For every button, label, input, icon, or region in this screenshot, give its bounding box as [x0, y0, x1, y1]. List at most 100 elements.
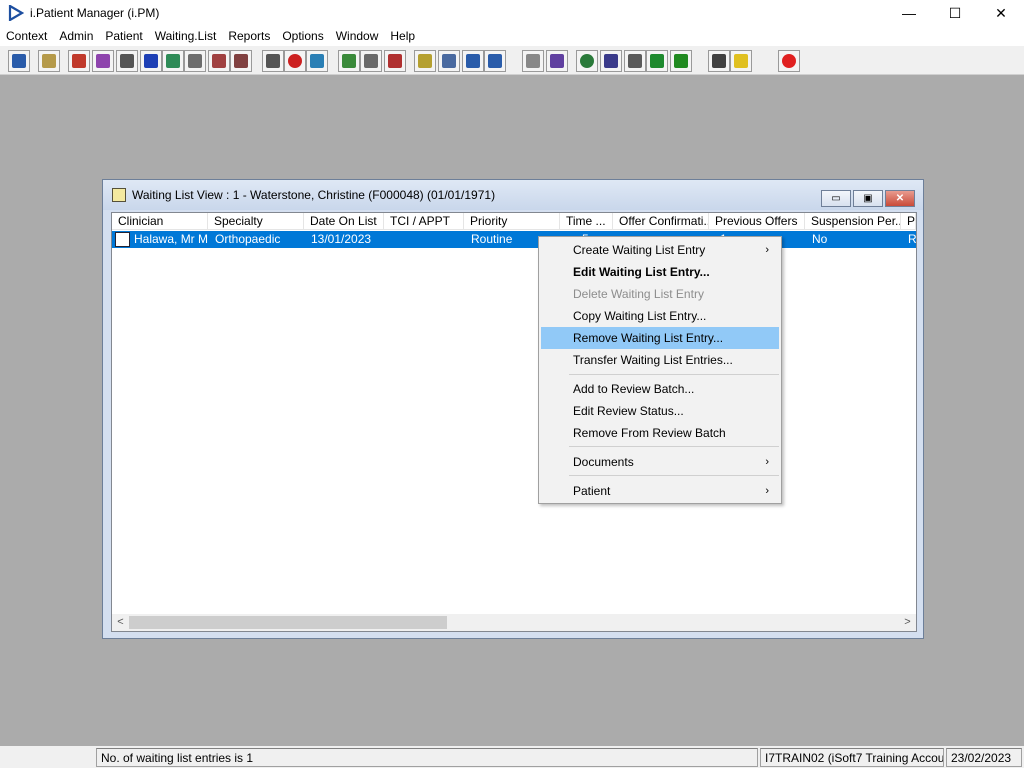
- window-minimize-button[interactable]: ▭: [821, 190, 851, 207]
- status-message: No. of waiting list entries is 1: [96, 748, 758, 767]
- close-button[interactable]: ✕: [978, 0, 1024, 26]
- menu-item-transfer-waiting-list-entries[interactable]: Transfer Waiting List Entries...: [541, 349, 779, 371]
- user-search-button[interactable]: [8, 50, 30, 72]
- menubar: Context Admin Patient Waiting.List Repor…: [0, 26, 1024, 46]
- status-bar: No. of waiting list entries is 1 I7TRAIN…: [0, 746, 1024, 768]
- flag-button[interactable]: [208, 50, 230, 72]
- app-titlebar: i.Patient Manager (i.PM) — ☐ ✕: [0, 0, 1024, 26]
- cell-tci-appt: [387, 231, 464, 248]
- menu-item-patient[interactable]: Patient ›: [541, 480, 779, 502]
- globe-icon: [580, 54, 594, 68]
- clipboard-check-button[interactable]: [624, 50, 646, 72]
- warning-button[interactable]: [730, 50, 752, 72]
- document-button[interactable]: [360, 50, 382, 72]
- user-search-icon: [12, 54, 26, 68]
- folder-edit-button[interactable]: [92, 50, 114, 72]
- cell-specialty: Orthopaedic: [215, 232, 281, 246]
- col-tci-appt[interactable]: TCI / APPT: [384, 213, 464, 230]
- menu-item-edit-review-status[interactable]: Edit Review Status...: [541, 400, 779, 422]
- bed-button[interactable]: [462, 50, 484, 72]
- transfer-button[interactable]: [708, 50, 730, 72]
- notepad-button[interactable]: [414, 50, 436, 72]
- menu-admin[interactable]: Admin: [53, 26, 99, 46]
- col-p[interactable]: P: [901, 213, 916, 230]
- bar-chart-icon: [550, 54, 564, 68]
- printer-button[interactable]: [38, 50, 60, 72]
- entry-icon: [115, 232, 130, 247]
- menu-reports[interactable]: Reports: [222, 26, 276, 46]
- list-window-icon: [112, 188, 126, 202]
- menu-item-remove-waiting-list-entry[interactable]: Remove Waiting List Entry...: [541, 327, 779, 349]
- col-time[interactable]: Time ...: [560, 213, 613, 230]
- menu-help[interactable]: Help: [384, 26, 421, 46]
- check-list-icon: [674, 54, 688, 68]
- app-logo-icon: [8, 5, 24, 21]
- printer-icon: [42, 54, 56, 68]
- col-suspension[interactable]: Suspension Per...: [805, 213, 901, 230]
- col-offer-confirmation[interactable]: Offer Confirmati...: [613, 213, 709, 230]
- exit-button[interactable]: [778, 50, 800, 72]
- menu-item-documents[interactable]: Documents ›: [541, 451, 779, 473]
- person-bed-button[interactable]: [484, 50, 506, 72]
- monitor-button[interactable]: [306, 50, 328, 72]
- col-previous-offers[interactable]: Previous Offers: [709, 213, 805, 230]
- menu-item-remove-from-review-batch[interactable]: Remove From Review Batch: [541, 422, 779, 444]
- window-maximize-button[interactable]: ▣: [853, 190, 883, 207]
- col-priority[interactable]: Priority: [464, 213, 560, 230]
- col-clinician[interactable]: Clinician: [112, 213, 208, 230]
- maximize-button[interactable]: ☐: [932, 0, 978, 26]
- form-button[interactable]: [184, 50, 206, 72]
- list-doc-icon: [120, 54, 134, 68]
- col-specialty[interactable]: Specialty: [208, 213, 304, 230]
- book-icon: [72, 54, 86, 68]
- checklist-icon: [604, 54, 618, 68]
- menu-waiting-list[interactable]: Waiting.List: [149, 26, 223, 46]
- m-button[interactable]: [140, 50, 162, 72]
- check-list-button[interactable]: [670, 50, 692, 72]
- monitor-icon: [310, 54, 324, 68]
- menu-context[interactable]: Context: [0, 26, 53, 46]
- scroll-right-icon[interactable]: >: [899, 614, 916, 631]
- minimize-button[interactable]: —: [886, 0, 932, 26]
- window-titlebar: Waiting List View : 1 - Waterstone, Chri…: [103, 180, 923, 210]
- bar-chart-button[interactable]: [546, 50, 568, 72]
- scroll-thumb[interactable]: [129, 616, 447, 629]
- menu-options[interactable]: Options: [276, 26, 329, 46]
- transfer-icon: [712, 54, 726, 68]
- menu-separator: [569, 446, 779, 447]
- list-doc-button[interactable]: [116, 50, 138, 72]
- context-menu: Create Waiting List Entry › Edit Waiting L…: [538, 236, 782, 504]
- clock-button[interactable]: [284, 50, 306, 72]
- col-date-on-list[interactable]: Date On List: [304, 213, 384, 230]
- page-button[interactable]: [522, 50, 544, 72]
- menu-item-edit-waiting-list-entry[interactable]: Edit Waiting List Entry...: [541, 261, 779, 283]
- horizontal-scrollbar[interactable]: < >: [112, 614, 916, 631]
- flag2-button[interactable]: [230, 50, 252, 72]
- clock-icon: [288, 54, 302, 68]
- cell-clinician: Halawa, Mr M: [134, 232, 208, 246]
- menu-window[interactable]: Window: [330, 26, 385, 46]
- checklist-button[interactable]: [600, 50, 622, 72]
- clock2-button[interactable]: [384, 50, 406, 72]
- menu-item-create-waiting-list-entry[interactable]: Create Waiting List Entry ›: [541, 239, 779, 261]
- book-button[interactable]: [68, 50, 90, 72]
- menu-item-copy-waiting-list-entry[interactable]: Copy Waiting List Entry...: [541, 305, 779, 327]
- menu-patient[interactable]: Patient: [99, 26, 148, 46]
- note-button[interactable]: [262, 50, 284, 72]
- menu-item-add-to-review-batch[interactable]: Add to Review Batch...: [541, 378, 779, 400]
- person-button[interactable]: [162, 50, 184, 72]
- window-close-button[interactable]: ✕: [885, 190, 915, 207]
- form-icon: [188, 54, 202, 68]
- menu-separator: [569, 475, 779, 476]
- globe-button[interactable]: [576, 50, 598, 72]
- menu-item-label: Add to Review Batch...: [573, 382, 695, 396]
- exit-icon: [782, 54, 796, 68]
- chart-button[interactable]: [338, 50, 360, 72]
- menu-item-label: Remove Waiting List Entry...: [573, 331, 724, 345]
- globe-check-button[interactable]: [646, 50, 668, 72]
- flag2-icon: [234, 54, 248, 68]
- notepad-icon: [418, 54, 432, 68]
- table-row[interactable]: Halawa, Mr M Orthopaedic 13/01/2023 Rout…: [112, 231, 916, 248]
- scroll-left-icon[interactable]: <: [112, 614, 129, 631]
- image-doc-button[interactable]: [438, 50, 460, 72]
